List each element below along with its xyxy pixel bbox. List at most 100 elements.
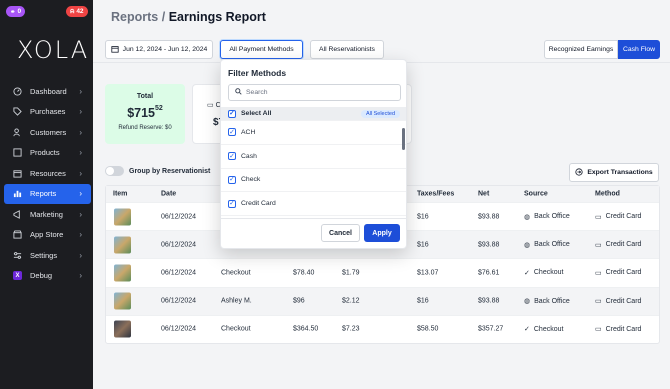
cancel-button[interactable]: Cancel xyxy=(321,224,360,242)
option-check[interactable]: ✓ Check xyxy=(221,169,406,193)
recognized-earnings-toggle[interactable]: Recognized Earnings xyxy=(544,40,618,59)
date-range-button[interactable]: Jun 12, 2024 - Jun 12, 2024 xyxy=(105,40,213,59)
sidebar-item-resources[interactable]: Resources › xyxy=(4,163,91,184)
group-toggle-label: Group by Reservationist xyxy=(129,167,211,175)
item-thumbnail[interactable] xyxy=(114,320,131,338)
row-taxes: $16 xyxy=(417,297,429,305)
sidebar-item-marketing[interactable]: Marketing › xyxy=(4,204,91,225)
badge-count: 0 xyxy=(17,8,22,15)
table-row[interactable]: 06/12/2024 Checkout $78.40 $1.79 $13.07 … xyxy=(106,258,659,286)
checkbox-checked-icon[interactable]: ✓ xyxy=(228,175,236,184)
sidebar-item-settings[interactable]: Settings › xyxy=(4,245,91,266)
table-row[interactable]: 06/12/2024 Checkout $364.50 $7.23 $58.50… xyxy=(106,314,659,343)
checkbox-checked-icon[interactable]: ✓ xyxy=(228,109,236,118)
sidebar-item-debug[interactable]: X Debug › xyxy=(4,266,91,287)
sidebar-item-label: App Store xyxy=(30,230,64,240)
group-toggle-switch[interactable] xyxy=(105,166,124,176)
col-source[interactable]: Source xyxy=(524,191,548,198)
popover-scrollbar[interactable] xyxy=(402,128,405,150)
option-credit-card[interactable]: ✓ Credit Card xyxy=(221,192,406,217)
row-net: $93.88 xyxy=(478,297,500,305)
checkbox-checked-icon[interactable]: ✓ xyxy=(228,128,236,137)
row-date: 06/12/2024 xyxy=(161,297,197,305)
sidebar-item-products[interactable]: Products › xyxy=(4,143,91,164)
sidebar-item-dashboard[interactable]: Dashboard › xyxy=(4,81,91,102)
row-amount: $364.50 xyxy=(293,325,319,333)
layers-icon xyxy=(13,169,22,178)
refund-reserve: Refund Reserve: $0 xyxy=(118,125,172,131)
sidebar-item-label: Products xyxy=(30,148,60,158)
credit-card-icon: ▭ xyxy=(595,241,602,249)
all-selected-badge: All Selected xyxy=(360,109,400,118)
payment-methods-filter-button[interactable]: All Payment Methods xyxy=(220,40,303,59)
group-by-reservationist[interactable]: Group by Reservationist xyxy=(105,166,210,176)
row-net: $93.88 xyxy=(478,241,500,249)
row-method: ▭ Credit Card xyxy=(595,213,641,221)
bell-icon: ⍾ xyxy=(70,7,75,15)
notification-badge-purple[interactable]: ⚭ 0 xyxy=(6,6,26,17)
col-taxes[interactable]: Taxes/Fees xyxy=(417,191,454,198)
row-date: 06/12/2024 xyxy=(161,269,197,277)
credit-card-icon: ▭ xyxy=(595,298,602,306)
col-date[interactable]: Date xyxy=(161,191,176,198)
row-source: ◍ Back Office xyxy=(524,241,570,249)
search-field[interactable] xyxy=(228,84,401,101)
select-all-option[interactable]: ✓ Select All All Selected xyxy=(221,107,406,121)
breadcrumb-reports[interactable]: Reports xyxy=(111,10,158,24)
item-thumbnail[interactable] xyxy=(114,264,131,282)
page-title: Reports / Earnings Report xyxy=(111,10,266,24)
sidebar-item-reports[interactable]: Reports › xyxy=(4,183,91,204)
sidebar: ⚭ 0 ⍾ 42 XOLA Dashboard › Purchases › Cu… xyxy=(0,0,93,389)
dashboard-icon xyxy=(13,87,22,96)
option-ach[interactable]: ✓ ACH xyxy=(221,121,406,145)
sidebar-item-customers[interactable]: Customers › xyxy=(4,122,91,143)
total-amount-cents: 52 xyxy=(155,105,163,112)
export-label: Export Transactions xyxy=(587,169,653,176)
row-source: ◍ Back Office xyxy=(524,213,570,221)
source-label: Back Office xyxy=(534,213,570,221)
row-method: ▭ Credit Card xyxy=(595,269,641,277)
method-label: Credit Card xyxy=(605,269,642,277)
sidebar-item-label: Resources xyxy=(30,168,66,178)
item-thumbnail[interactable] xyxy=(114,236,131,254)
apply-button[interactable]: Apply xyxy=(364,224,400,242)
col-method[interactable]: Method xyxy=(595,191,620,198)
option-cash[interactable]: ✓ Cash xyxy=(221,145,406,169)
sidebar-item-purchases[interactable]: Purchases › xyxy=(4,102,91,123)
alert-badge-red[interactable]: ⍾ 42 xyxy=(66,6,88,17)
search-input[interactable] xyxy=(246,89,396,96)
sidebar-nav: Dashboard › Purchases › Customers › Prod… xyxy=(4,81,91,286)
row-date: 06/12/2024 xyxy=(161,241,197,249)
row-method: ▭ Credit Card xyxy=(595,241,641,249)
date-range-label: Jun 12, 2024 - Jun 12, 2024 xyxy=(122,46,208,53)
chevron-right-icon: › xyxy=(79,127,82,137)
page-title-text: Earnings Report xyxy=(168,10,266,24)
globe-icon: ◍ xyxy=(524,241,531,249)
cash-flow-toggle[interactable]: Cash Flow xyxy=(618,40,660,59)
row-net: $76.61 xyxy=(478,269,500,277)
table-row[interactable]: 06/12/2024 Ashley M. $96 $2.12 $16 $93.8… xyxy=(106,286,659,315)
sidebar-item-app-store[interactable]: App Store › xyxy=(4,225,91,246)
source-label: Back Office xyxy=(534,297,570,305)
calendar-icon xyxy=(111,45,119,55)
checkbox-checked-icon[interactable]: ✓ xyxy=(228,152,236,161)
source-label: Checkout xyxy=(533,325,564,333)
chart-icon xyxy=(13,189,22,198)
export-transactions-button[interactable]: Export Transactions xyxy=(569,163,659,182)
reservationists-filter-button[interactable]: All Reservationists xyxy=(310,40,384,59)
chevron-right-icon: › xyxy=(79,189,82,199)
total-label: Total xyxy=(136,93,154,100)
col-net[interactable]: Net xyxy=(478,191,489,198)
logo[interactable]: XOLA xyxy=(17,36,89,64)
chevron-right-icon: › xyxy=(79,271,82,281)
item-thumbnail[interactable] xyxy=(114,292,131,310)
item-thumbnail[interactable] xyxy=(114,208,131,226)
method-label: Credit Card xyxy=(605,297,642,305)
chevron-right-icon: › xyxy=(79,148,82,158)
checkbox-checked-icon[interactable]: ✓ xyxy=(228,199,236,208)
megaphone-icon xyxy=(13,209,22,219)
source-label: Checkout xyxy=(533,269,564,277)
col-item[interactable]: Item xyxy=(113,191,127,198)
row-fee: $2.12 xyxy=(342,297,360,305)
option-label: Credit Card xyxy=(241,200,276,208)
